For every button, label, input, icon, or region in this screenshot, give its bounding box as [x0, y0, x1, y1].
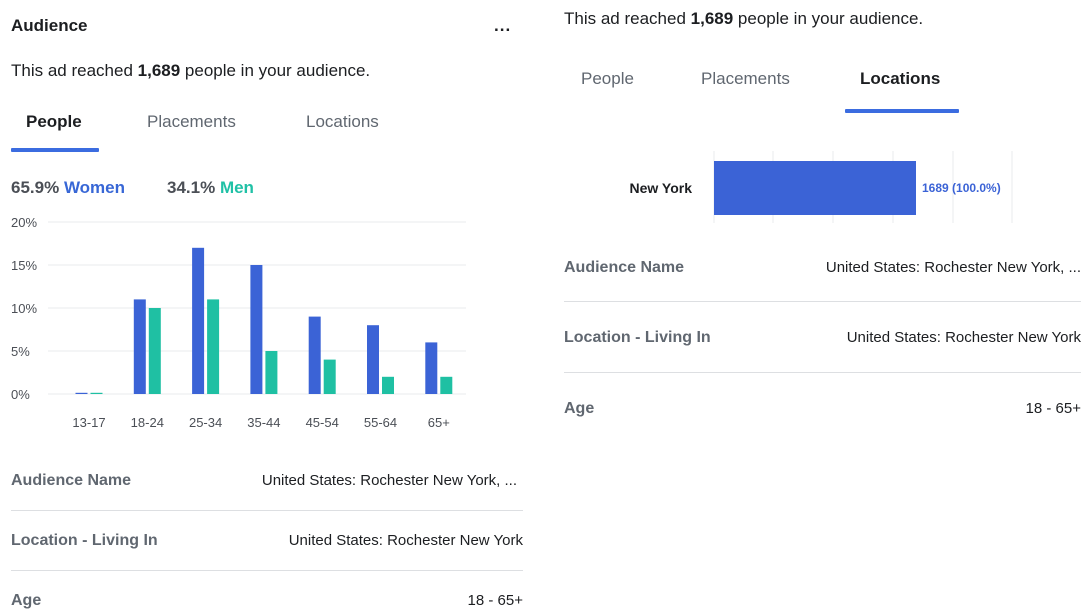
x-tick-label: 35-44	[247, 415, 280, 430]
reach-suffix: people in your audience.	[733, 9, 924, 28]
active-tab-indicator	[845, 109, 959, 113]
reach-summary: This ad reached 1,689 people in your aud…	[11, 61, 370, 81]
men-bar	[440, 376, 453, 394]
x-tick-label: 65+	[428, 415, 450, 430]
women-bar	[133, 299, 146, 394]
tab-placements[interactable]: Placements	[147, 112, 236, 132]
reach-suffix: people in your audience.	[180, 61, 371, 80]
women-stat: 65.9% Women	[11, 178, 125, 198]
active-tab-indicator	[11, 148, 99, 152]
divider	[564, 372, 1081, 373]
women-bar	[192, 247, 205, 394]
y-tick-label: 20%	[11, 215, 37, 230]
panel-title: Audience	[11, 16, 88, 35]
tab-people[interactable]: People	[581, 69, 634, 89]
audience-name-label: Audience Name	[564, 259, 685, 276]
men-bar	[382, 376, 394, 394]
men-percent: 34.1%	[167, 178, 216, 197]
category-label: New York	[629, 180, 692, 196]
age-label: Age	[564, 400, 595, 417]
reach-count: 1,689	[137, 61, 181, 80]
location-bar	[714, 161, 916, 215]
tab-placements[interactable]: Placements	[701, 69, 790, 89]
women-bar	[308, 316, 321, 394]
x-tick-label: 45-54	[306, 415, 339, 430]
y-tick-label: 15%	[11, 258, 37, 273]
men-bar	[207, 299, 220, 394]
reach-prefix: This ad reached	[11, 61, 138, 80]
reach-count: 1,689	[690, 9, 734, 28]
women-label: Women	[63, 178, 126, 197]
audience-name-value: United States: Rochester New York, ...	[825, 259, 1081, 276]
x-tick-label: 13-17	[72, 415, 105, 430]
women-bar	[367, 325, 379, 394]
women-bar	[250, 265, 263, 394]
x-tick-label: 25-34	[189, 415, 222, 430]
location-label: Location - Living In	[11, 532, 158, 549]
tab-locations[interactable]: Locations	[306, 112, 379, 132]
audience-panel-locations: This ad reached 1,689 people in your aud…	[556, 0, 1087, 611]
audience-name-value: United States: Rochester New York, ...	[261, 472, 517, 489]
location-value: United States: Rochester New York	[288, 532, 523, 549]
location-value: United States: Rochester New York	[846, 329, 1081, 346]
y-tick-label: 0%	[11, 387, 30, 402]
women-bar	[425, 342, 438, 394]
age-value: 18 - 65+	[467, 592, 523, 609]
men-bar	[148, 308, 161, 394]
women-bar	[75, 392, 88, 394]
men-bar	[90, 392, 103, 394]
divider	[564, 301, 1081, 302]
women-percent: 65.9%	[11, 178, 60, 197]
men-stat: 34.1% Men	[167, 178, 254, 198]
location-chart: New York 1689 (100.0%)	[629, 151, 1013, 223]
reach-summary: This ad reached 1,689 people in your aud…	[564, 9, 923, 29]
divider	[11, 570, 523, 571]
data-label: 1689 (100.0%)	[922, 181, 1001, 195]
reach-prefix: This ad reached	[564, 9, 691, 28]
x-tick-label: 18-24	[131, 415, 164, 430]
more-options-button[interactable]: ...	[494, 16, 511, 36]
age-label: Age	[11, 592, 42, 609]
men-bar	[265, 351, 278, 394]
audience-panel-people: Audience ... This ad reached 1,689 peopl…	[0, 0, 530, 611]
tab-locations[interactable]: Locations	[860, 69, 940, 89]
men-bar	[323, 359, 336, 394]
age-value: 18 - 65+	[1025, 400, 1081, 417]
audience-name-label: Audience Name	[11, 472, 132, 489]
men-label: Men	[219, 178, 254, 197]
tab-people[interactable]: People	[26, 112, 82, 132]
location-label: Location - Living In	[564, 329, 711, 346]
age-gender-chart: 0% 5% 10% 15% 20% 13-17 18-24 25-34 35-44 45-54 55…	[11, 215, 466, 430]
divider	[11, 510, 523, 511]
y-tick-label: 10%	[11, 301, 37, 316]
y-tick-label: 5%	[11, 344, 30, 359]
x-tick-label: 55-64	[364, 415, 397, 430]
